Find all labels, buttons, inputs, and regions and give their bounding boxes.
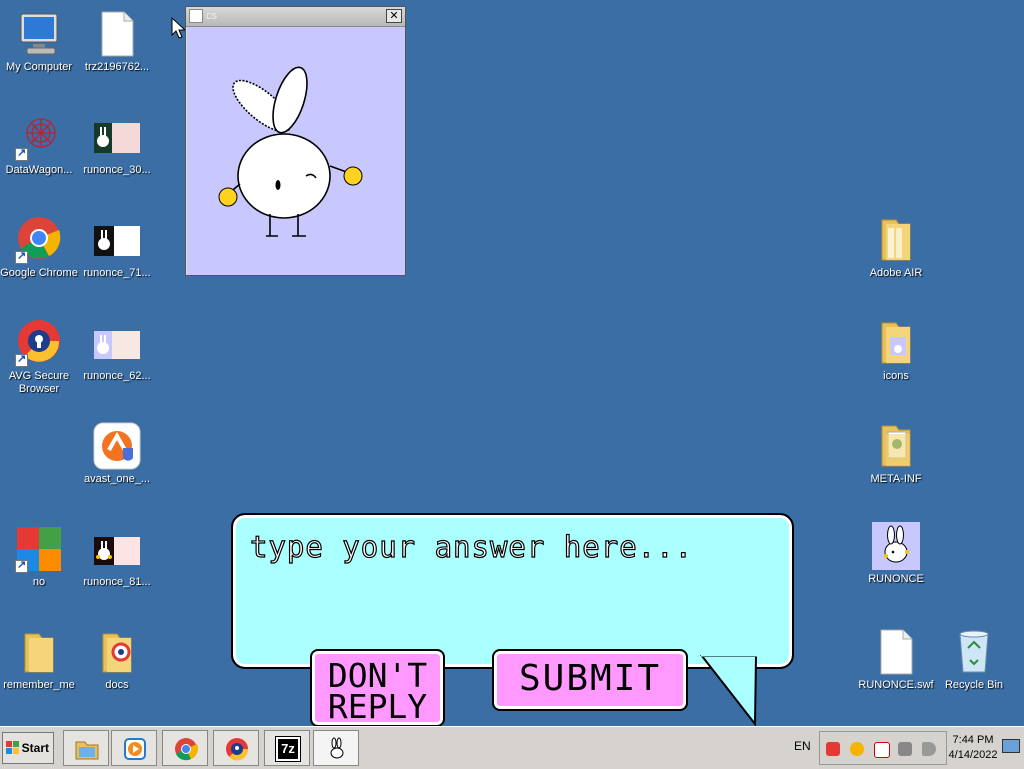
desktop-icon-label: runonce_81... [83,576,151,588]
desktop-icon-label: Google Chrome [0,267,78,279]
7zip-label: 7z [281,741,295,756]
mouse-pointer-icon [171,17,185,39]
window-titlebar[interactable]: cs ✕ [186,7,405,27]
bunny-character[interactable] [186,26,405,274]
desktop-icon-remember-me[interactable]: remember_me [0,628,78,692]
avg-icon [15,525,63,573]
file-explorer-icon [75,741,99,760]
desktop-icon-label: META-INF [870,473,922,485]
desktop-icon-docs[interactable]: docs [78,628,156,692]
start-button[interactable]: Start [2,732,54,764]
image-file-icon [93,113,141,161]
desktop-icon-avg-secure-browser[interactable]: AVG Secure Browser [0,319,78,396]
dont-reply-line-2: REPLY [327,687,428,726]
desktop-icon-icons[interactable]: icons [857,319,935,383]
avast-icon [93,422,141,470]
dont-reply-button[interactable]: DON'T REPLY [310,649,445,727]
avast-tray-icon[interactable] [826,742,840,756]
desktop-icon-label: Recycle Bin [944,679,1004,691]
desktop-icon-label: RUNONCE [868,573,924,585]
desktop-icon-meta-inf[interactable]: META-INF [857,422,935,486]
desktop-icon-label: icons [883,370,909,382]
desktop-icon-runonce-81[interactable]: runonce_81... [78,525,156,589]
desktop-icon-label: trz2196762... [84,61,150,73]
desktop-icon-google-chrome[interactable]: Google Chrome [0,216,78,280]
google-chrome-icon [175,738,198,761]
language-indicator[interactable]: EN [794,739,811,753]
desktop-icon-label: no [32,576,46,588]
desktop-icon-avast-one[interactable]: avast_one_... [78,422,156,486]
bunny-app-icon [330,737,344,759]
recycle-bin-icon [950,628,998,676]
action-center-icon[interactable] [874,742,890,758]
desktop-icon-label: runonce_30... [83,164,151,176]
submit-button[interactable]: SUBMIT [492,649,688,711]
desktop-icon-datawagon[interactable]: DataWagon... [0,113,78,177]
desktop-icon-no[interactable]: no [0,525,78,589]
google-chrome-icon [15,216,63,264]
desktop-icon-my-computer[interactable]: My Computer [0,10,78,74]
clock[interactable]: 7:44 PM 4/14/2022 [948,733,998,763]
taskbar-google-chrome[interactable] [162,730,208,766]
clock-time: 7:44 PM [952,734,994,746]
taskbar-file-explorer[interactable] [63,730,109,766]
folder-icon [15,628,63,676]
desktop-icon-runonce[interactable]: RUNONCE [857,522,935,586]
bunny-app-icon [189,9,203,23]
datawagon-icon [15,113,63,161]
file-icon [872,628,920,676]
desktop-icon-label: runonce_62... [83,370,151,382]
desktop-icon-label: runonce_71... [83,267,151,279]
taskbar-runonce[interactable] [313,730,359,766]
desktop-icon-label: avast_one_... [83,473,151,485]
avg-browser-icon [226,738,249,761]
window-title: cs [206,10,217,22]
answer-speech-bubble[interactable]: type your answer here... [231,513,794,669]
image-file-icon [93,525,141,573]
desktop-icon-label: Adobe AIR [869,267,923,279]
bunny-app-icon [872,522,920,570]
desktop-icon-recycle-bin[interactable]: Recycle Bin [935,628,1013,692]
desktop-icon-runonce-71[interactable]: runonce_71... [78,216,156,280]
folder-icon [93,628,141,676]
desktop-icon-label: My Computer [5,61,73,73]
windows-logo-icon [6,741,19,754]
folder-icon [872,216,920,264]
desktop-icon-label: RUNONCE.swf [858,679,934,691]
desktop-icon-runonce-30[interactable]: runonce_30... [78,113,156,177]
system-tray [819,731,947,765]
avg-browser-icon [15,319,63,367]
taskbar-media-player[interactable] [111,730,157,766]
taskbar-7zip[interactable]: 7z [264,730,310,766]
media-player-icon [124,738,146,760]
7zip-icon: 7z [275,736,301,762]
desktop-icon-runonce-62[interactable]: runonce_62... [78,319,156,383]
clock-date: 4/14/2022 [948,749,998,761]
my-computer-icon [15,10,63,58]
desktop-icon-adobe-air[interactable]: Adobe AIR [857,216,935,280]
start-label: Start [21,741,49,755]
answer-input[interactable]: type your answer here... [249,529,693,564]
text-file-icon [93,10,141,58]
desktop-icon-runonce-swf[interactable]: RUNONCE.swf [857,628,935,692]
image-file-icon [93,319,141,367]
bunny-window[interactable]: cs ✕ [185,6,406,276]
folder-icon [872,319,920,367]
bubble-tail [700,654,758,727]
taskbar-avg-browser[interactable] [213,730,259,766]
close-button[interactable]: ✕ [386,9,402,23]
folder-icon [872,422,920,470]
desktop-icon-label: DataWagon... [5,164,73,176]
taskbar: Start 7z EN 7:44 PM 4/14/2022 [0,726,1024,769]
show-desktop-button[interactable] [1002,739,1020,753]
desktop-icon-label: remember_me [3,679,75,691]
avg-tray-icon[interactable] [850,742,864,756]
network-icon[interactable] [898,742,912,756]
volume-icon[interactable] [922,742,936,756]
desktop-icon-label: AVG Secure Browser [8,370,70,395]
image-file-icon [93,216,141,264]
desktop-icon-trz-file[interactable]: trz2196762... [78,10,156,74]
desktop-icon-label: docs [105,679,129,691]
